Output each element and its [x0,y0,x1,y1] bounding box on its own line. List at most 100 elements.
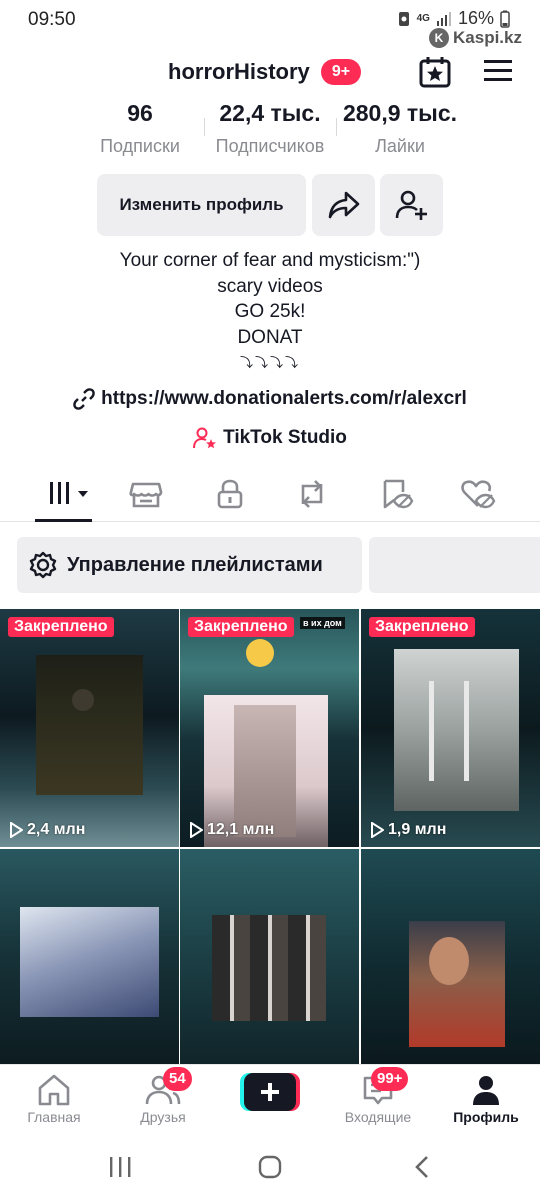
tiktok-studio-link[interactable]: TikTok Studio [0,426,540,450]
profile-stats: 96 Подписки 22,4 тыс. Подписчиков 280,9 … [0,100,540,162]
share-profile-button[interactable] [312,174,375,236]
share-icon [328,191,360,219]
watermark: K Kaspi.kz [429,28,522,48]
stat-likes[interactable]: 280,9 тыс. Лайки [338,100,462,157]
tab-shop[interactable] [128,478,164,510]
nav-home-label: Главная [27,1109,81,1125]
network-label: 4G [416,13,430,24]
active-tab-indicator [35,519,92,522]
profile-header: horrorHistory [0,50,540,94]
tab-reposts[interactable] [294,478,330,510]
tab-private[interactable] [212,478,248,510]
view-count-value: 2,4 млн [27,821,86,838]
nav-profile[interactable]: Профиль [436,1073,536,1125]
tab-videos[interactable] [46,478,88,510]
nav-home[interactable]: Главная [4,1073,104,1125]
studio-user-star-icon [193,427,217,449]
shop-icon [129,482,163,508]
videos-grid-icon [50,482,88,504]
nav-profile-label: Профиль [453,1109,519,1125]
manage-playlists-button[interactable]: Управление плейлистами [17,537,362,593]
nav-friends-label: Друзья [140,1109,186,1125]
stat-following-label: Подписки [100,136,180,156]
tab-saved[interactable] [378,478,414,510]
hamburger-menu-icon [484,60,512,81]
view-count: 12,1 млн [189,821,274,839]
video-thumbnail[interactable] [361,849,540,1087]
content-tabs [0,468,540,522]
profile-link-text[interactable]: https://www.donationalerts.com/r/alexcrl [101,388,467,410]
stat-following-value: 96 [127,100,153,126]
link-icon [73,388,95,410]
home-icon [38,1074,70,1106]
studio-label[interactable]: TikTok Studio [223,427,347,449]
inbox-badge: 99+ [371,1067,409,1091]
bio-line: GO 25k! [234,301,306,322]
play-icon [10,822,23,838]
stat-followers[interactable]: 22,4 тыс. Подписчиков [206,100,334,157]
video-thumbnail[interactable]: Закреплено 1,9 млн [361,609,540,847]
profile-bio: Your corner of fear and mysticism:") sca… [0,248,540,376]
watermark-label: Kaspi.kz [453,28,522,47]
repost-icon [301,480,323,508]
profile-link[interactable]: https://www.donationalerts.com/r/alexcrl [0,388,540,410]
stat-likes-label: Лайки [375,136,425,156]
back-icon[interactable] [412,1154,432,1180]
status-indicators: 4G 16% [397,8,510,29]
stat-following[interactable]: 96 Подписки [90,100,190,157]
username[interactable]: horrorHistory [168,59,310,85]
gear-icon [29,551,57,579]
friends-badge: 54 [163,1067,192,1091]
notifications-badge[interactable]: 9+ [321,59,361,85]
menu-button[interactable] [482,56,514,86]
stat-likes-value: 280,9 тыс. [342,100,458,126]
view-count-value: 1,9 млн [388,821,447,838]
profile-icon [473,1076,499,1105]
recent-apps-icon[interactable] [108,1154,132,1180]
bio-line: ⤵⤵⤵⤵ [239,355,300,370]
add-user-icon [395,190,427,220]
stat-divider [204,118,205,136]
video-preview [20,907,159,1017]
video-thumbnail[interactable] [180,849,359,1087]
heart-eye-icon [461,480,496,509]
play-icon [190,822,203,838]
edit-profile-button[interactable]: Изменить профиль [97,174,306,236]
video-preview [212,915,326,1021]
video-thumbnail[interactable]: Закреплено 2,4 млн [0,609,179,847]
settings-status-icon [398,11,409,26]
status-time: 09:50 [28,9,76,30]
lock-icon [217,479,243,509]
video-preview-ladder [429,681,469,781]
battery-percent: 16% [457,8,494,28]
battery-icon [500,10,510,28]
plus-icon [240,1073,300,1111]
create-button[interactable] [240,1073,300,1111]
video-thumbnail[interactable]: в их дом Закреплено 12,1 млн [180,609,359,847]
stat-followers-value: 22,4 тыс. [219,100,321,126]
pinned-badge: Закреплено [188,617,294,637]
nav-inbox-label: Входящие [344,1109,412,1125]
status-bar: 09:50 4G 16% K Kaspi.kz [0,0,540,48]
stat-followers-label: Подписчиков [215,136,325,156]
calendar-star-icon [419,57,451,88]
view-count-value: 12,1 млн [207,821,275,838]
video-thumbnail[interactable] [0,849,179,1087]
pinned-badge: Закреплено [369,617,475,637]
manage-playlists-label: Управление плейлистами [67,553,323,576]
view-count: 2,4 млн [9,821,85,839]
video-preview-face [429,937,469,985]
video-preview [36,655,143,795]
view-count: 1,9 млн [370,821,446,839]
video-preview-figure [72,689,94,711]
bottom-navigation: Главная Друзья 54 Входящие 99+ Профиль [0,1064,540,1134]
signal-icon [436,11,451,26]
home-circle-icon[interactable] [257,1154,283,1180]
calendar-star-button[interactable] [418,55,452,89]
system-navigation-bar [0,1134,540,1200]
tab-liked[interactable] [460,478,496,510]
video-overlay-text: в их дом [300,617,345,629]
kaspi-logo-icon: K [429,28,450,48]
playlist-item-placeholder[interactable] [369,537,540,593]
add-friend-button[interactable] [380,174,443,236]
